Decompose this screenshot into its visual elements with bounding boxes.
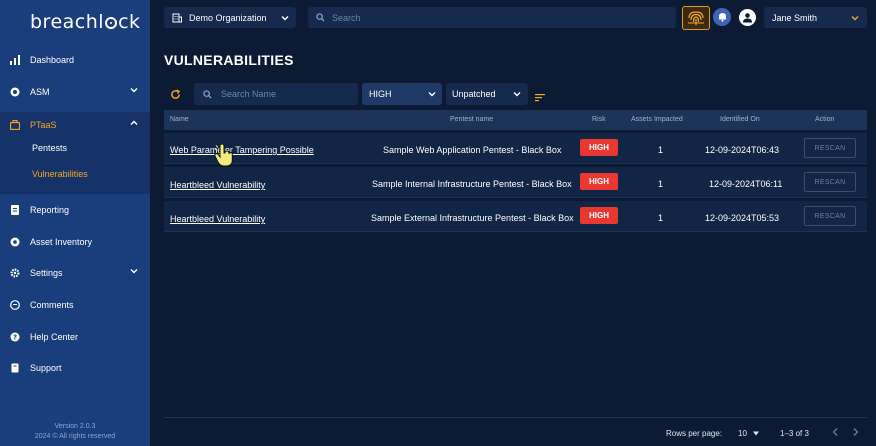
chevron-up-icon — [130, 119, 138, 129]
previous-page-icon[interactable] — [832, 428, 838, 438]
notification-bell-icon[interactable] — [713, 8, 731, 26]
sidebar-item-asset-inventory[interactable]: Asset Inventory — [0, 230, 150, 254]
svg-text:?: ? — [13, 334, 17, 342]
sidebar-item-dashboard[interactable]: Dashboard — [0, 48, 150, 72]
sidebar-item-label: Help Center — [30, 332, 79, 342]
vulnerability-name-link[interactable]: Heartbleed Vulnerability — [170, 180, 265, 190]
page-title: VULNERABILITIES — [164, 52, 294, 68]
comment-icon — [10, 300, 20, 310]
search-placeholder: Search — [332, 12, 361, 23]
sidebar-item-label: Comments — [30, 300, 74, 310]
support-icon — [10, 363, 20, 373]
chevron-down-icon — [130, 86, 138, 96]
building-icon — [172, 13, 182, 23]
assets-impacted: 1 — [658, 213, 664, 223]
pentest-name: Sample Internal Infrastructure Pentest -… — [372, 179, 572, 189]
table-row: Heartbleed Vulnerability Sample External… — [164, 201, 867, 232]
vulnerability-name-link[interactable]: Heartbleed Vulnerability — [170, 214, 265, 224]
search-icon — [316, 13, 325, 22]
risk-filter-value: HIGH — [369, 89, 392, 99]
sidebar-item-label: Asset Inventory — [30, 237, 93, 247]
brand-logo[interactable]: breachl ck — [30, 11, 141, 33]
organization-select[interactable]: Demo Organization — [164, 7, 296, 28]
sidebar-item-label: PTaaS — [30, 120, 57, 130]
sidebar-item-asm[interactable]: ASM — [0, 80, 150, 104]
table-header: Name Pentest name Risk Assets Impacted I… — [164, 110, 867, 130]
asset-icon — [10, 237, 20, 247]
rows-per-page-value: 10 — [738, 429, 747, 438]
risk-badge: HIGH — [580, 207, 618, 224]
sidebar-item-settings[interactable]: Settings — [0, 261, 150, 285]
sidebar-item-label: ASM — [30, 87, 50, 97]
chevron-down-icon — [281, 14, 289, 24]
risk-badge: HIGH — [580, 139, 618, 156]
pagination-range: 1–3 of 3 — [780, 429, 809, 438]
sidebar-item-label: Dashboard — [30, 55, 75, 65]
help-icon: ? — [10, 332, 20, 342]
chevron-down-icon — [428, 90, 436, 100]
rescan-button[interactable]: RESCAN — [804, 206, 856, 226]
organization-name: Demo Organization — [189, 12, 267, 23]
column-header-assets[interactable]: Assets Impacted — [631, 116, 683, 123]
rows-per-page-select[interactable]: 10 — [738, 429, 760, 438]
pentest-name: Sample External Infrastructure Pentest -… — [371, 213, 574, 223]
pagination-divider — [164, 417, 867, 418]
assets-impacted: 1 — [658, 179, 664, 189]
identified-on: 12-09-2024T06:43 — [705, 145, 780, 155]
chevron-down-icon — [130, 267, 138, 277]
rows-per-page-label: Rows per page: — [666, 429, 723, 438]
report-icon — [10, 205, 20, 215]
sidebar: breachl ck Dashboard ASM PTaaS Pentests V… — [0, 0, 150, 446]
version-text: Version 2.0.3 — [54, 423, 96, 430]
identified-on: 12-09-2024T06:11 — [709, 179, 783, 189]
avatar[interactable] — [739, 9, 756, 26]
briefcase-icon — [10, 120, 20, 130]
sidebar-item-help-center[interactable]: ? Help Center — [0, 325, 150, 349]
sort-icon[interactable] — [535, 89, 545, 107]
column-header-pentest[interactable]: Pentest name — [450, 116, 493, 123]
sidebar-item-support[interactable]: Support — [0, 356, 150, 380]
sidebar-item-ptaas[interactable]: PTaaS — [0, 113, 150, 137]
fingerprint-icon[interactable] — [682, 6, 710, 30]
rescan-button[interactable]: RESCAN — [804, 172, 856, 192]
sidebar-subitem-vulnerabilities[interactable]: Vulnerabilities — [32, 169, 88, 179]
risk-badge: HIGH — [580, 173, 618, 190]
user-menu-select[interactable]: Jane Smith — [764, 7, 867, 28]
sidebar-item-label: Support — [30, 363, 62, 373]
search-placeholder: Search Name — [221, 89, 277, 99]
hand-cursor-icon — [212, 142, 236, 174]
chevron-down-icon — [851, 14, 859, 24]
column-header-name[interactable]: Name — [170, 116, 189, 123]
sidebar-subitem-pentests[interactable]: Pentests — [32, 143, 67, 153]
column-header-identified[interactable]: Identified On — [720, 116, 760, 123]
status-filter-select[interactable]: Unpatched — [446, 83, 528, 105]
sidebar-item-label: Reporting — [30, 205, 70, 215]
caret-down-icon — [753, 429, 760, 438]
table-row: Web Parameter Tampering Possible Sample … — [164, 133, 867, 164]
rescan-button[interactable]: RESCAN — [804, 138, 856, 158]
user-name: Jane Smith — [772, 12, 818, 23]
column-header-action: Action — [815, 116, 835, 123]
risk-filter-select[interactable]: HIGH — [362, 83, 442, 105]
chart-icon — [10, 55, 20, 65]
target-icon — [10, 87, 20, 97]
table-row: Heartbleed Vulnerability Sample Internal… — [164, 167, 867, 198]
vulnerability-name-link[interactable]: Web Parameter Tampering Possible — [170, 145, 314, 155]
global-search-input[interactable]: Search — [308, 7, 676, 28]
assets-impacted: 1 — [658, 145, 664, 155]
column-header-risk[interactable]: Risk — [592, 116, 606, 123]
identified-on: 12-09-2024T05:53 — [705, 213, 780, 223]
pentest-name: Sample Web Application Pentest - Black B… — [383, 145, 562, 155]
chevron-down-icon — [513, 90, 521, 100]
search-icon — [203, 89, 212, 99]
copyright-text: 2024 © All rights reserved — [34, 433, 116, 440]
status-filter-value: Unpatched — [452, 89, 496, 99]
sidebar-item-reporting[interactable]: Reporting — [0, 198, 150, 222]
sidebar-item-label: Settings — [30, 268, 63, 278]
refresh-icon[interactable] — [170, 87, 181, 105]
sidebar-item-comments[interactable]: Comments — [0, 293, 150, 317]
next-page-icon[interactable] — [853, 428, 859, 438]
vulnerability-search-input[interactable]: Search Name — [194, 83, 358, 105]
gear-icon — [10, 268, 20, 278]
